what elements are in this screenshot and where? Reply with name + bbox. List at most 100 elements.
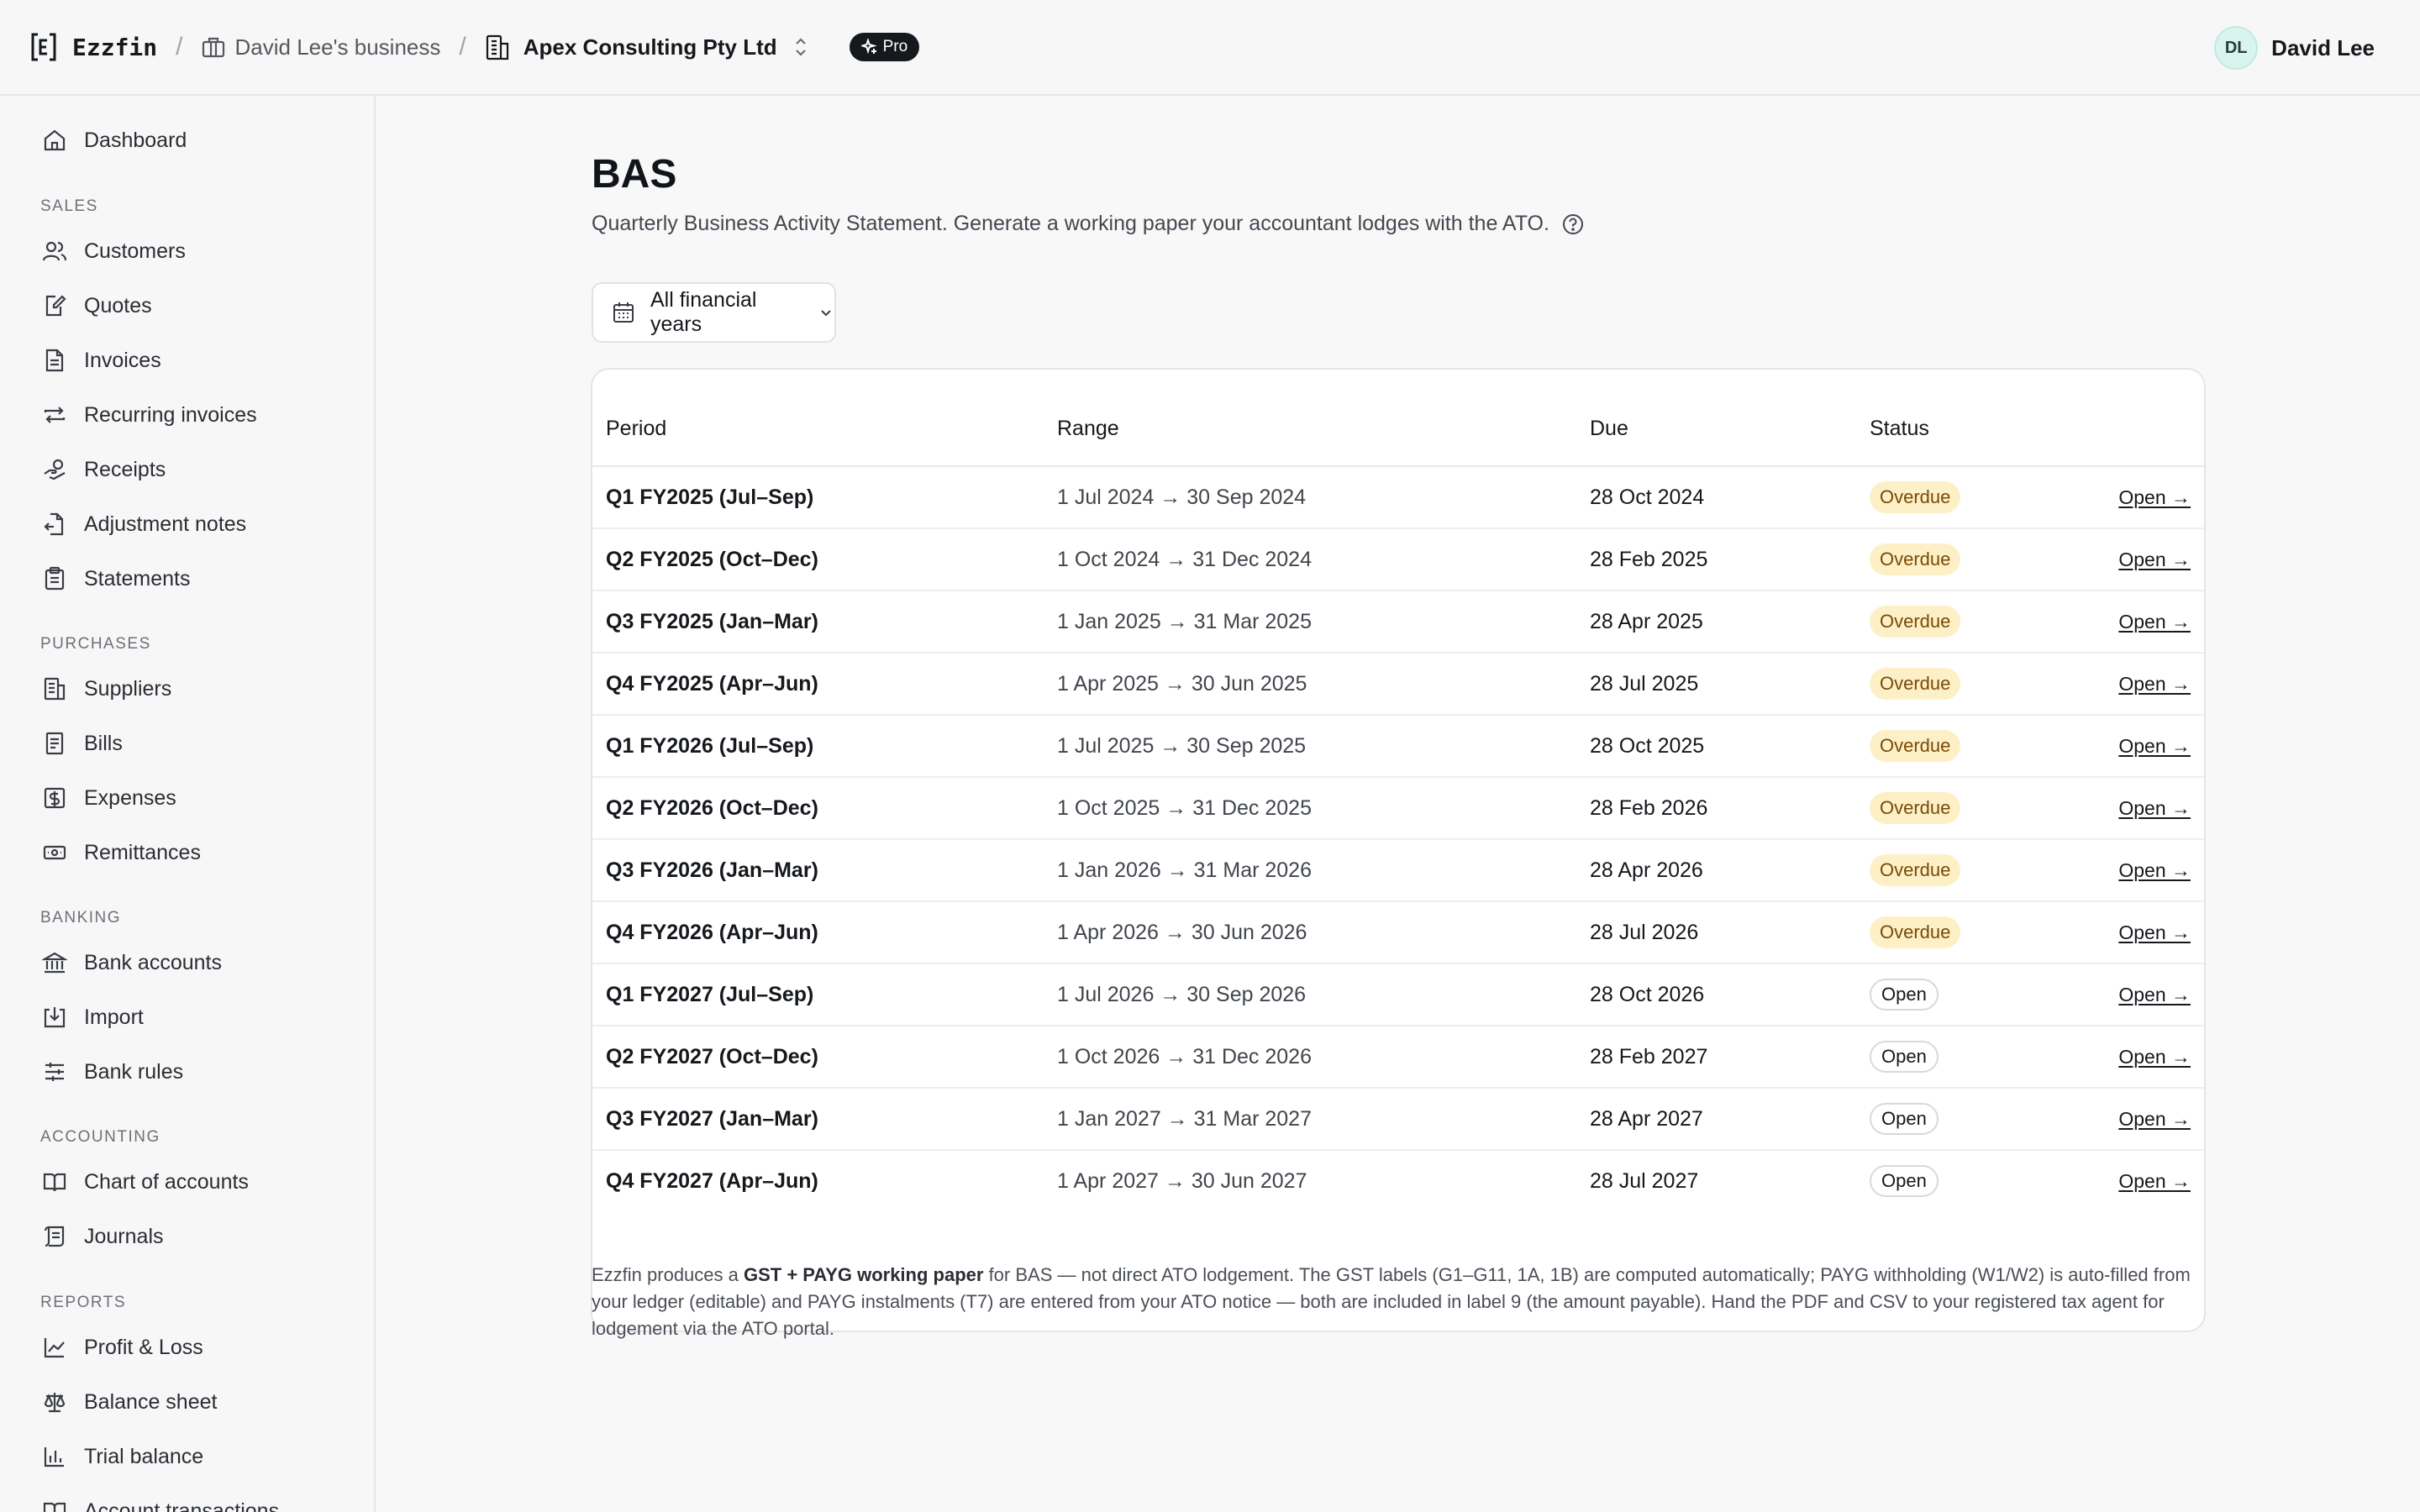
sidebar-item-account-transactions[interactable]: Account transactions: [40, 1491, 279, 1512]
footnote-emphasis: GST + PAYG working paper: [743, 1264, 984, 1285]
cell-period: Q2 FY2026 (Oct–Dec): [606, 795, 818, 820]
status-badge: Open: [1870, 1165, 1939, 1197]
open-period-link[interactable]: Open →: [2118, 1170, 2191, 1193]
cell-period: Q1 FY2026 (Jul–Sep): [606, 733, 814, 758]
cell-action: Open →: [2118, 778, 2191, 838]
edit-document-icon: [40, 291, 69, 320]
table-row: Q2 FY2026 (Oct–Dec) 1 Oct 2025 → 31 Dec 2…: [592, 778, 2204, 840]
status-badge: Overdue: [1870, 916, 1961, 948]
sidebar-item-profit-loss[interactable]: Profit & Loss: [40, 1327, 203, 1368]
open-period-link[interactable]: Open →: [2118, 673, 2191, 696]
sidebar-item-balance-sheet[interactable]: Balance sheet: [40, 1382, 217, 1422]
cell-range: 1 Oct 2024 → 31 Dec 2024: [1057, 547, 1312, 571]
table-row: Q3 FY2027 (Jan–Mar) 1 Jan 2027 → 31 Mar 2…: [592, 1089, 2204, 1151]
sidebar-item-bank-accounts[interactable]: Bank accounts: [40, 942, 222, 983]
open-period-link[interactable]: Open →: [2118, 1108, 2191, 1131]
bas-footnote: Ezzfin produces a GST + PAYG working pap…: [592, 1262, 2213, 1342]
cell-status: Overdue: [1870, 467, 1961, 528]
cell-status: Overdue: [1870, 716, 1961, 776]
sidebar-section-reports: REPORTS: [40, 1294, 127, 1311]
cell-period: Q1 FY2027 (Jul–Sep): [606, 982, 814, 1006]
sidebar-item-dashboard[interactable]: Dashboard: [40, 120, 187, 160]
sidebar-item-chart-of-accounts[interactable]: Chart of accounts: [40, 1162, 249, 1202]
sidebar-item-quotes[interactable]: Quotes: [40, 286, 152, 326]
help-circle-icon[interactable]: [1561, 213, 1585, 236]
cell-status: Overdue: [1870, 840, 1961, 900]
open-period-link[interactable]: Open →: [2118, 797, 2191, 820]
bas-periods-table: Period Range Due Status Q1 FY2025 (Jul–S…: [591, 368, 2206, 1332]
cell-period: Q3 FY2025 (Jan–Mar): [606, 609, 818, 633]
sidebar-item-adjustment-notes[interactable]: Adjustment notes: [40, 504, 246, 544]
sidebar-item-journals[interactable]: Journals: [40, 1216, 164, 1257]
open-period-link[interactable]: Open →: [2118, 611, 2191, 633]
repeat-icon: [40, 401, 69, 429]
sidebar-item-label: Suppliers: [84, 676, 172, 701]
open-period-link[interactable]: Open →: [2118, 984, 2191, 1006]
open-period-link[interactable]: Open →: [2118, 486, 2191, 509]
sidebar-item-bills[interactable]: Bills: [40, 723, 123, 764]
cell-due: 28 Feb 2025: [1590, 547, 1708, 571]
sidebar-item-recurring-invoices[interactable]: Recurring invoices: [40, 395, 257, 435]
cell-action: Open →: [2118, 529, 2191, 590]
scale-icon: [40, 1388, 69, 1416]
page-subtitle-text: Quarterly Business Activity Statement. G…: [592, 212, 1549, 235]
open-period-link[interactable]: Open →: [2118, 921, 2191, 944]
column-header-status: Status: [1870, 417, 1929, 440]
sidebar-item-label: Balance sheet: [84, 1389, 218, 1414]
financial-year-filter[interactable]: All financial years: [592, 282, 836, 343]
cell-status: Overdue: [1870, 529, 1961, 590]
sidebar-item-receipts[interactable]: Receipts: [40, 449, 166, 490]
scroll-icon: [40, 1222, 69, 1251]
cell-range: 1 Jul 2024 → 30 Sep 2024: [1057, 485, 1307, 509]
table-row: Q4 FY2026 (Apr–Jun) 1 Apr 2026 → 30 Jun 2…: [592, 902, 2204, 964]
cell-range: 1 Jan 2025 → 31 Mar 2025: [1057, 609, 1312, 633]
briefcase-icon: [202, 36, 225, 58]
cell-due: 28 Feb 2026: [1590, 795, 1708, 820]
page-title: BAS: [592, 152, 677, 197]
breadcrumb-business[interactable]: David Lee's business: [202, 34, 441, 60]
cell-period: Q4 FY2027 (Apr–Jun): [606, 1168, 818, 1193]
open-period-link[interactable]: Open →: [2118, 735, 2191, 758]
sidebar-item-label: Bills: [84, 731, 123, 755]
sidebar-item-bank-rules[interactable]: Bank rules: [40, 1052, 183, 1092]
brand-name: Ezzfin: [72, 33, 158, 61]
user-menu[interactable]: DL David Lee: [2214, 0, 2375, 96]
cell-status: Overdue: [1870, 902, 1961, 963]
cell-range: 1 Jan 2026 → 31 Mar 2026: [1057, 858, 1312, 882]
cell-due: 28 Apr 2025: [1590, 609, 1703, 633]
sidebar-item-statements[interactable]: Statements: [40, 559, 190, 599]
sidebar-item-expenses[interactable]: Expenses: [40, 778, 176, 818]
cell-range: 1 Oct 2025 → 31 Dec 2025: [1057, 795, 1312, 820]
open-period-link[interactable]: Open →: [2118, 859, 2191, 882]
sidebar-item-invoices[interactable]: Invoices: [40, 340, 161, 381]
sidebar-section-sales: SALES: [40, 197, 98, 215]
cell-status: Open: [1870, 1151, 1939, 1211]
company-switcher[interactable]: Apex Consulting Pty Ltd: [485, 34, 809, 60]
cell-status: Overdue: [1870, 591, 1961, 652]
brand[interactable]: Ezzfin: [29, 31, 157, 63]
sidebar-item-label: Bank accounts: [84, 950, 222, 974]
cell-range: 1 Jul 2026 → 30 Sep 2026: [1057, 982, 1307, 1006]
cell-due: 28 Feb 2027: [1590, 1044, 1708, 1068]
sidebar-item-remittances[interactable]: Remittances: [40, 832, 201, 873]
cell-due: 28 Apr 2026: [1590, 858, 1703, 882]
cell-status: Open: [1870, 964, 1939, 1025]
cell-period: Q4 FY2026 (Apr–Jun): [606, 920, 818, 944]
cell-period: Q3 FY2026 (Jan–Mar): [606, 858, 818, 882]
sidebar-item-trial-balance[interactable]: Trial balance: [40, 1436, 203, 1477]
cell-status: Open: [1870, 1026, 1939, 1087]
sparkle-icon: [860, 39, 878, 55]
sidebar-item-label: Receipts: [84, 457, 166, 481]
sidebar-item-customers[interactable]: Customers: [40, 231, 186, 271]
cell-action: Open →: [2118, 716, 2191, 776]
open-period-link[interactable]: Open →: [2118, 1046, 2191, 1068]
sidebar-item-label: Bank rules: [84, 1059, 184, 1084]
cell-range: 1 Jan 2027 → 31 Mar 2027: [1057, 1106, 1312, 1131]
sidebar-item-import[interactable]: Import: [40, 997, 144, 1037]
sidebar-item-label: Recurring invoices: [84, 402, 257, 427]
user-name: David Lee: [2271, 34, 2375, 60]
sidebar-item-suppliers[interactable]: Suppliers: [40, 669, 171, 709]
top-bar: Ezzfin / David Lee's business / Apex Con…: [0, 0, 2420, 96]
open-period-link[interactable]: Open →: [2118, 549, 2191, 571]
breadcrumb-business-label: David Lee's business: [234, 34, 441, 60]
